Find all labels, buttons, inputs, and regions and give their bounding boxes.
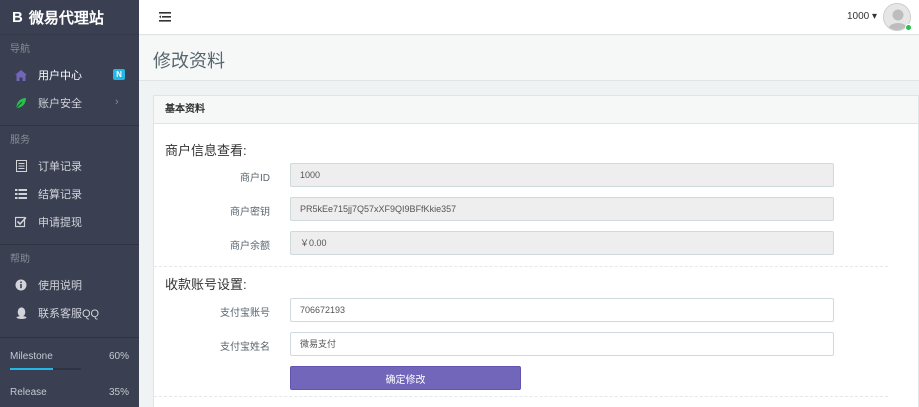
alipay-name-row: 支付宝姓名 微易支付: [154, 332, 919, 356]
sidebar-item-contact-qq[interactable]: 联系客服QQ: [0, 299, 139, 327]
sidebar-item-label: 账户安全: [38, 98, 82, 110]
sidebar-item-label: 结算记录: [38, 189, 82, 201]
menu-toggle-icon[interactable]: [159, 11, 171, 23]
qq-icon: [14, 307, 28, 319]
user-menu-dropdown[interactable]: 1000 ▾: [847, 11, 877, 22]
profile-panel: 基本资料 商户信息查看: 商户ID 1000 商户密钥 PR5kEe715jj7…: [153, 95, 919, 407]
sidebar-item-orders[interactable]: 订单记录: [0, 152, 139, 180]
merchant-balance-field: ￥0.00: [290, 231, 834, 255]
online-status-dot: [905, 24, 912, 31]
sidebar-item-label: 使用说明: [38, 280, 82, 292]
field-label: 支付宝账号: [220, 308, 270, 319]
sidebar: B 微易代理站 导航 用户中心 N 账户安全 › 服务 订单记录 结算记录 申请…: [0, 0, 139, 407]
payee-section-title: 收款账号设置:: [165, 277, 247, 292]
new-badge: N: [113, 69, 125, 80]
list-icon: [14, 189, 28, 199]
top-header: 1000 ▾: [139, 0, 919, 35]
sidebar-item-label: 用户中心: [38, 70, 82, 82]
home-icon: [14, 69, 28, 81]
field-label: 支付宝姓名: [220, 342, 270, 353]
sidebar-item-label: 联系客服QQ: [38, 308, 100, 320]
progress-percent: 35%: [108, 387, 129, 398]
nav-header-help: 帮助: [10, 254, 30, 265]
field-label: 商户ID: [240, 173, 270, 184]
nav-header-services: 服务: [10, 135, 30, 146]
checkbox-icon: [14, 216, 28, 228]
section-divider: [154, 396, 888, 397]
section-divider: [154, 266, 888, 267]
merchant-id-field: 1000: [290, 163, 834, 187]
sidebar-item-account-security[interactable]: 账户安全 ›: [0, 89, 139, 117]
merchant-key-row: 商户密钥 PR5kEe715jj7Q57xXF9QI9BFfKkie357: [154, 197, 919, 221]
brand-name: 微易代理站: [28, 9, 104, 27]
progress-percent: 60%: [108, 351, 129, 362]
page-title: 修改资料: [153, 51, 225, 71]
document-icon: [14, 160, 28, 172]
progress-label: Milestone: [10, 351, 53, 362]
field-label: 商户余额: [230, 241, 270, 252]
submit-button[interactable]: 确定修改: [290, 366, 521, 390]
page-title-bar: 修改资料: [139, 36, 919, 81]
sidebar-item-label: 申请提现: [38, 217, 82, 229]
sidebar-item-settlements[interactable]: 结算记录: [0, 180, 139, 208]
sidebar-item-withdraw[interactable]: 申请提现: [0, 208, 139, 236]
sidebar-item-instructions[interactable]: 使用说明: [0, 271, 139, 299]
sidebar-item-label: 订单记录: [38, 161, 82, 173]
alipay-name-input[interactable]: 微易支付: [290, 332, 834, 356]
milestone-progress: Milestone 60%: [0, 350, 139, 364]
bitcoin-logo-icon: B: [12, 8, 23, 26]
chevron-right-icon: ›: [115, 96, 119, 108]
merchant-section-title: 商户信息查看:: [165, 143, 247, 158]
divider: [0, 337, 139, 338]
release-progress: Release 35%: [0, 386, 139, 400]
divider: [0, 244, 139, 245]
info-icon: [14, 279, 28, 291]
field-label: 商户密钥: [230, 207, 270, 218]
leaf-icon: [14, 97, 28, 109]
merchant-balance-row: 商户余额 ￥0.00: [154, 231, 919, 255]
brand[interactable]: B 微易代理站: [0, 0, 139, 35]
progress-label: Release: [10, 387, 47, 398]
merchant-key-field: PR5kEe715jj7Q57xXF9QI9BFfKkie357: [290, 197, 834, 221]
alipay-account-row: 支付宝账号 706672193: [154, 298, 919, 322]
alipay-account-input[interactable]: 706672193: [290, 298, 834, 322]
sidebar-item-user-center[interactable]: 用户中心 N: [0, 61, 139, 89]
panel-heading: 基本资料: [154, 96, 918, 124]
divider: [0, 125, 139, 126]
merchant-id-row: 商户ID 1000: [154, 163, 919, 187]
nav-header-navigation: 导航: [10, 44, 30, 55]
